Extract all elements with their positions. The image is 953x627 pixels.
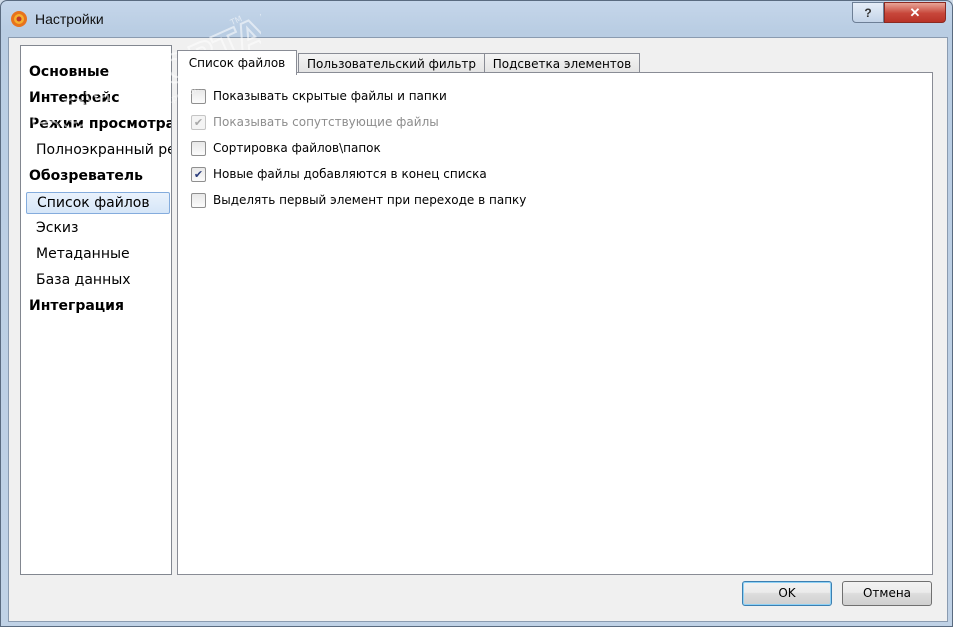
- dialog-client-area: Основные Интерфейс Режим просмотра Полно…: [8, 37, 948, 622]
- tab-user-filter[interactable]: Пользовательский фильтр: [298, 53, 485, 74]
- tree-item-thumbnail[interactable]: Эскиз: [36, 216, 78, 240]
- option-append-new-label: Новые файлы добавляются в конец списка: [213, 167, 487, 181]
- help-button[interactable]: ?: [852, 2, 884, 23]
- tree-item-browser[interactable]: Обозреватель: [29, 164, 143, 188]
- window-title: Настройки: [35, 11, 104, 27]
- checkbox-show-sidecar: ✔: [191, 114, 206, 130]
- option-show-sidecar-label: Показывать сопутствующие файлы: [213, 115, 439, 129]
- tree-item-view-mode[interactable]: Режим просмотра: [29, 112, 171, 136]
- tab-file-list[interactable]: Список файлов: [177, 50, 297, 75]
- settings-window: Настройки ? ✕ Основные Интерфейс Режим п…: [0, 0, 953, 627]
- title-bar[interactable]: Настройки ? ✕: [1, 1, 952, 37]
- tree-item-osnovnye[interactable]: Основные: [29, 60, 109, 84]
- option-select-first[interactable]: Выделять первый элемент при переходе в п…: [191, 191, 526, 209]
- tab-panel-file-list: Показывать скрытые файлы и папки ✔ Показ…: [177, 72, 933, 575]
- checkbox-append-new[interactable]: ✔: [191, 166, 206, 182]
- app-logo-icon: [11, 11, 27, 27]
- settings-category-tree[interactable]: Основные Интерфейс Режим просмотра Полно…: [20, 45, 172, 575]
- tree-item-database[interactable]: База данных: [36, 268, 131, 292]
- tab-highlight[interactable]: Подсветка элементов: [484, 53, 640, 74]
- option-sort-folders[interactable]: Сортировка файлов\папок: [191, 139, 381, 157]
- cancel-button[interactable]: Отмена: [842, 581, 932, 606]
- checkbox-sort-folders[interactable]: [191, 140, 206, 156]
- tree-item-metadata[interactable]: Метаданные: [36, 242, 130, 266]
- option-show-sidecar: ✔ Показывать сопутствующие файлы: [191, 113, 439, 131]
- checkbox-select-first[interactable]: [191, 192, 206, 208]
- tree-item-file-list[interactable]: Список файлов: [26, 192, 170, 214]
- tree-item-integration[interactable]: Интеграция: [29, 294, 124, 318]
- option-show-hidden-label: Показывать скрытые файлы и папки: [213, 89, 447, 103]
- option-sort-folders-label: Сортировка файлов\папок: [213, 141, 381, 155]
- close-button[interactable]: ✕: [884, 2, 946, 23]
- option-show-hidden[interactable]: Показывать скрытые файлы и папки: [191, 87, 447, 105]
- check-mark-icon: ✔: [193, 115, 204, 129]
- option-append-new[interactable]: ✔ Новые файлы добавляются в конец списка: [191, 165, 487, 183]
- tree-item-interface[interactable]: Интерфейс: [29, 86, 120, 110]
- tree-item-fullscreen[interactable]: Полноэкранный ре: [36, 138, 171, 162]
- check-mark-icon: ✔: [193, 167, 204, 181]
- ok-button[interactable]: OK: [742, 581, 832, 606]
- checkbox-show-hidden[interactable]: [191, 88, 206, 104]
- option-select-first-label: Выделять первый элемент при переходе в п…: [213, 193, 527, 207]
